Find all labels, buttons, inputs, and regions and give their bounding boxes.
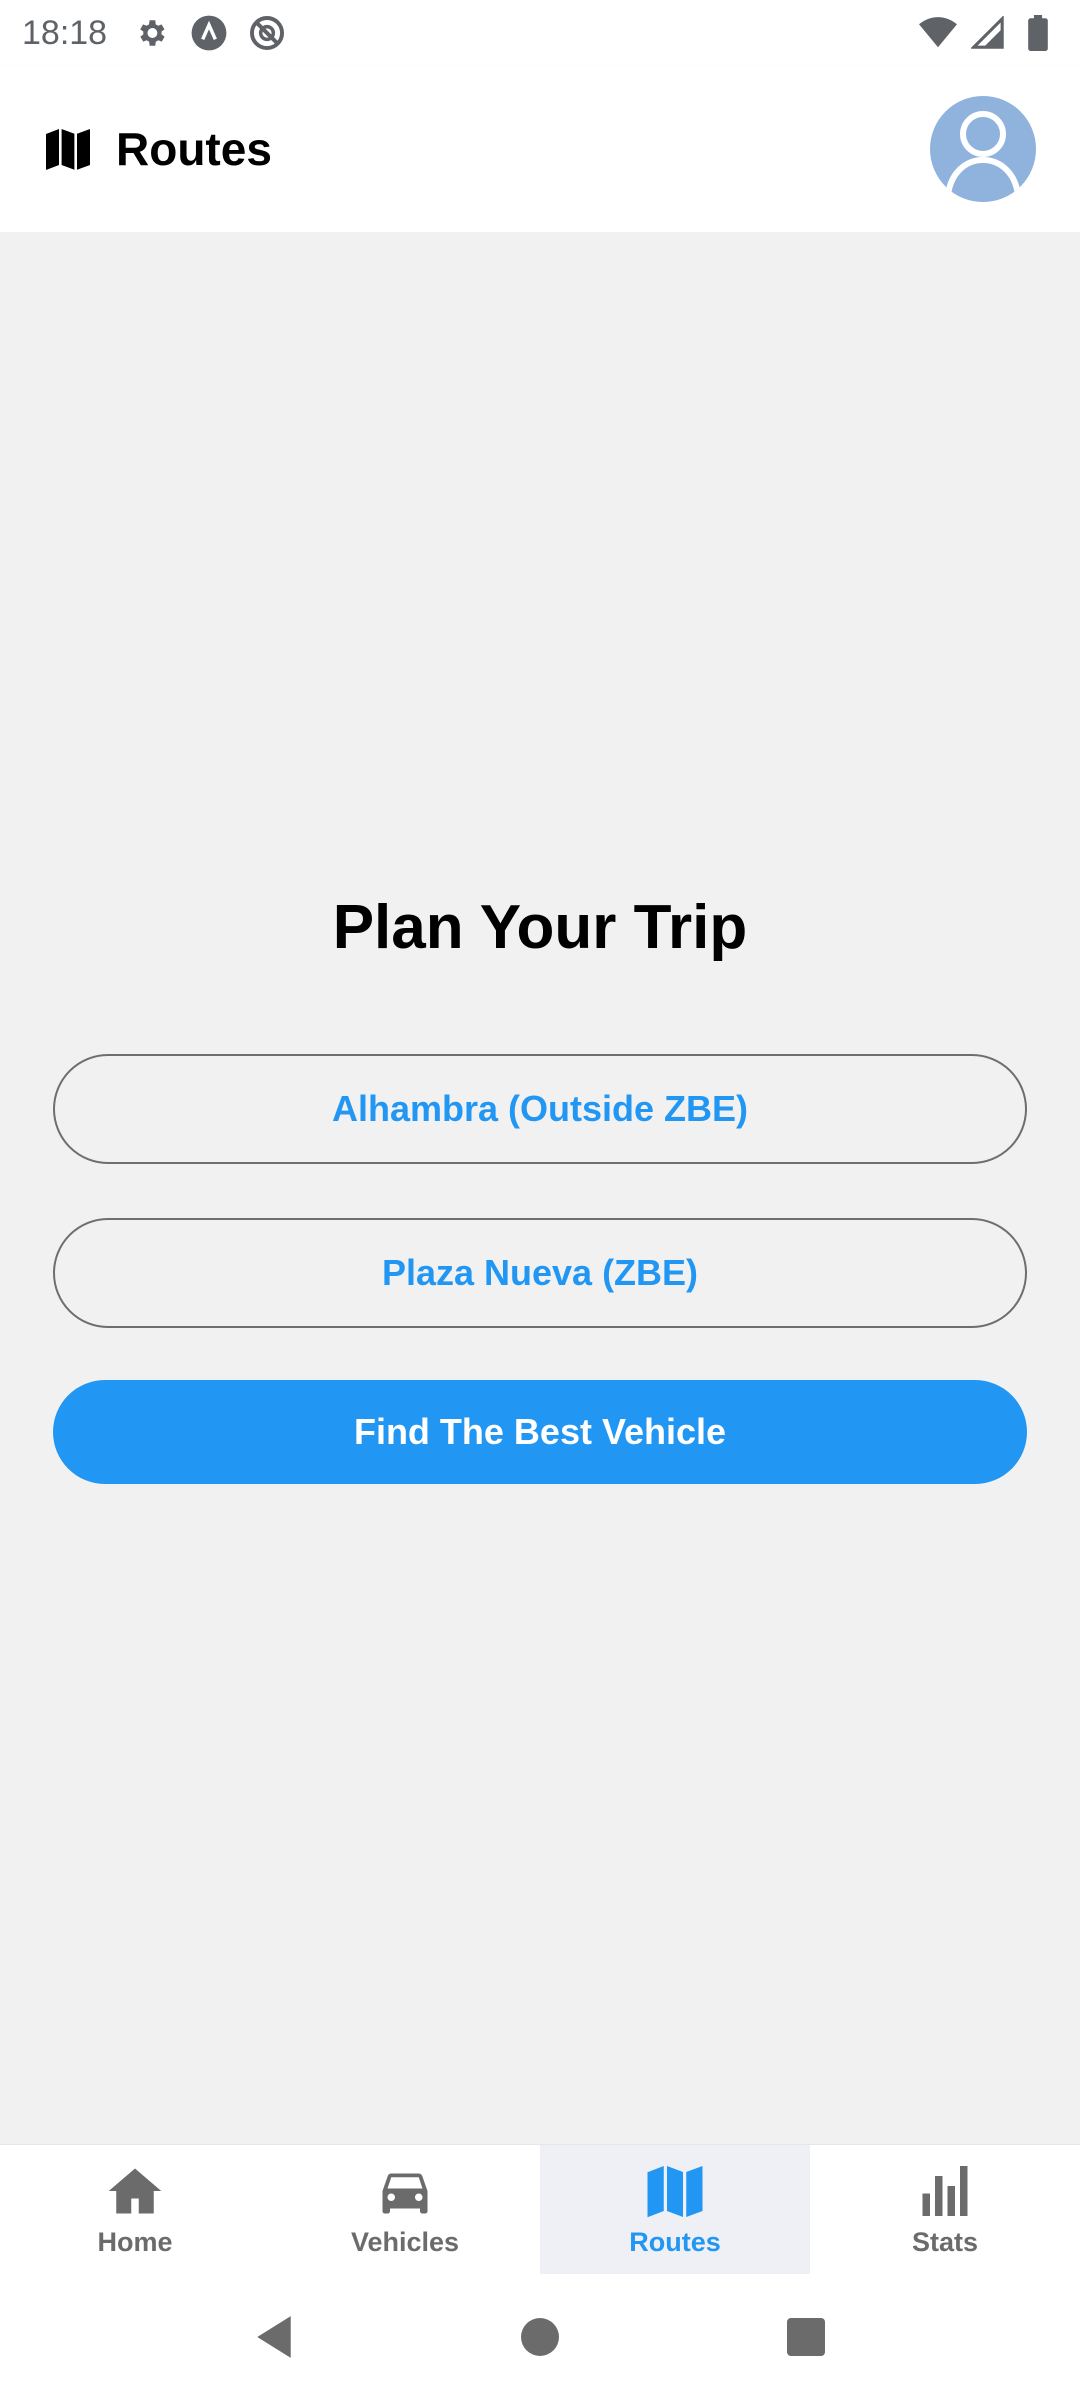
system-nav-bar <box>0 2274 1080 2400</box>
car-icon <box>375 2161 435 2221</box>
map-icon <box>645 2161 705 2221</box>
home-icon <box>105 2161 165 2221</box>
recents-icon[interactable] <box>783 2314 829 2360</box>
nav-item-vehicles[interactable]: Vehicles <box>270 2145 540 2274</box>
user-avatar-icon <box>930 111 1036 202</box>
home-circle-icon[interactable] <box>517 2314 563 2360</box>
status-time: 18:18 <box>22 13 108 52</box>
map-icon <box>44 125 92 173</box>
status-icons-right <box>918 13 1058 53</box>
plan-title: Plan Your Trip <box>332 893 748 962</box>
page-title: Routes <box>116 123 272 175</box>
back-icon[interactable] <box>251 2314 297 2360</box>
gear-icon <box>131 13 171 53</box>
bar-chart-icon <box>915 2161 975 2221</box>
bottom-nav: Home Vehicles Routes Stats <box>0 2144 1080 2274</box>
status-icons-left <box>131 13 287 53</box>
nav-item-home[interactable]: Home <box>0 2145 270 2274</box>
origin-button[interactable]: Alhambra (Outside ZBE) <box>53 1054 1027 1164</box>
battery-icon <box>1018 13 1058 53</box>
no-sync-icon <box>247 13 287 53</box>
nav-label-vehicles: Vehicles <box>350 2227 460 2257</box>
wifi-icon <box>918 13 958 53</box>
signal-icon <box>968 13 1008 53</box>
a-circle-icon <box>189 13 229 53</box>
main-content: Plan Your Trip Alhambra (Outside ZBE) Pl… <box>0 232 1080 2144</box>
nav-item-stats[interactable]: Stats <box>810 2145 1080 2274</box>
destination-button[interactable]: Plaza Nueva (ZBE) <box>53 1218 1027 1328</box>
find-best-vehicle-button[interactable]: Find The Best Vehicle <box>53 1380 1027 1484</box>
nav-label-stats: Stats <box>911 2227 979 2257</box>
nav-item-routes[interactable]: Routes <box>540 2145 810 2274</box>
nav-label-home: Home <box>97 2227 173 2257</box>
status-bar: 18:18 <box>0 0 1080 66</box>
nav-label-routes: Routes <box>629 2227 721 2257</box>
avatar[interactable] <box>930 96 1036 202</box>
app-header: Routes <box>0 66 1080 232</box>
